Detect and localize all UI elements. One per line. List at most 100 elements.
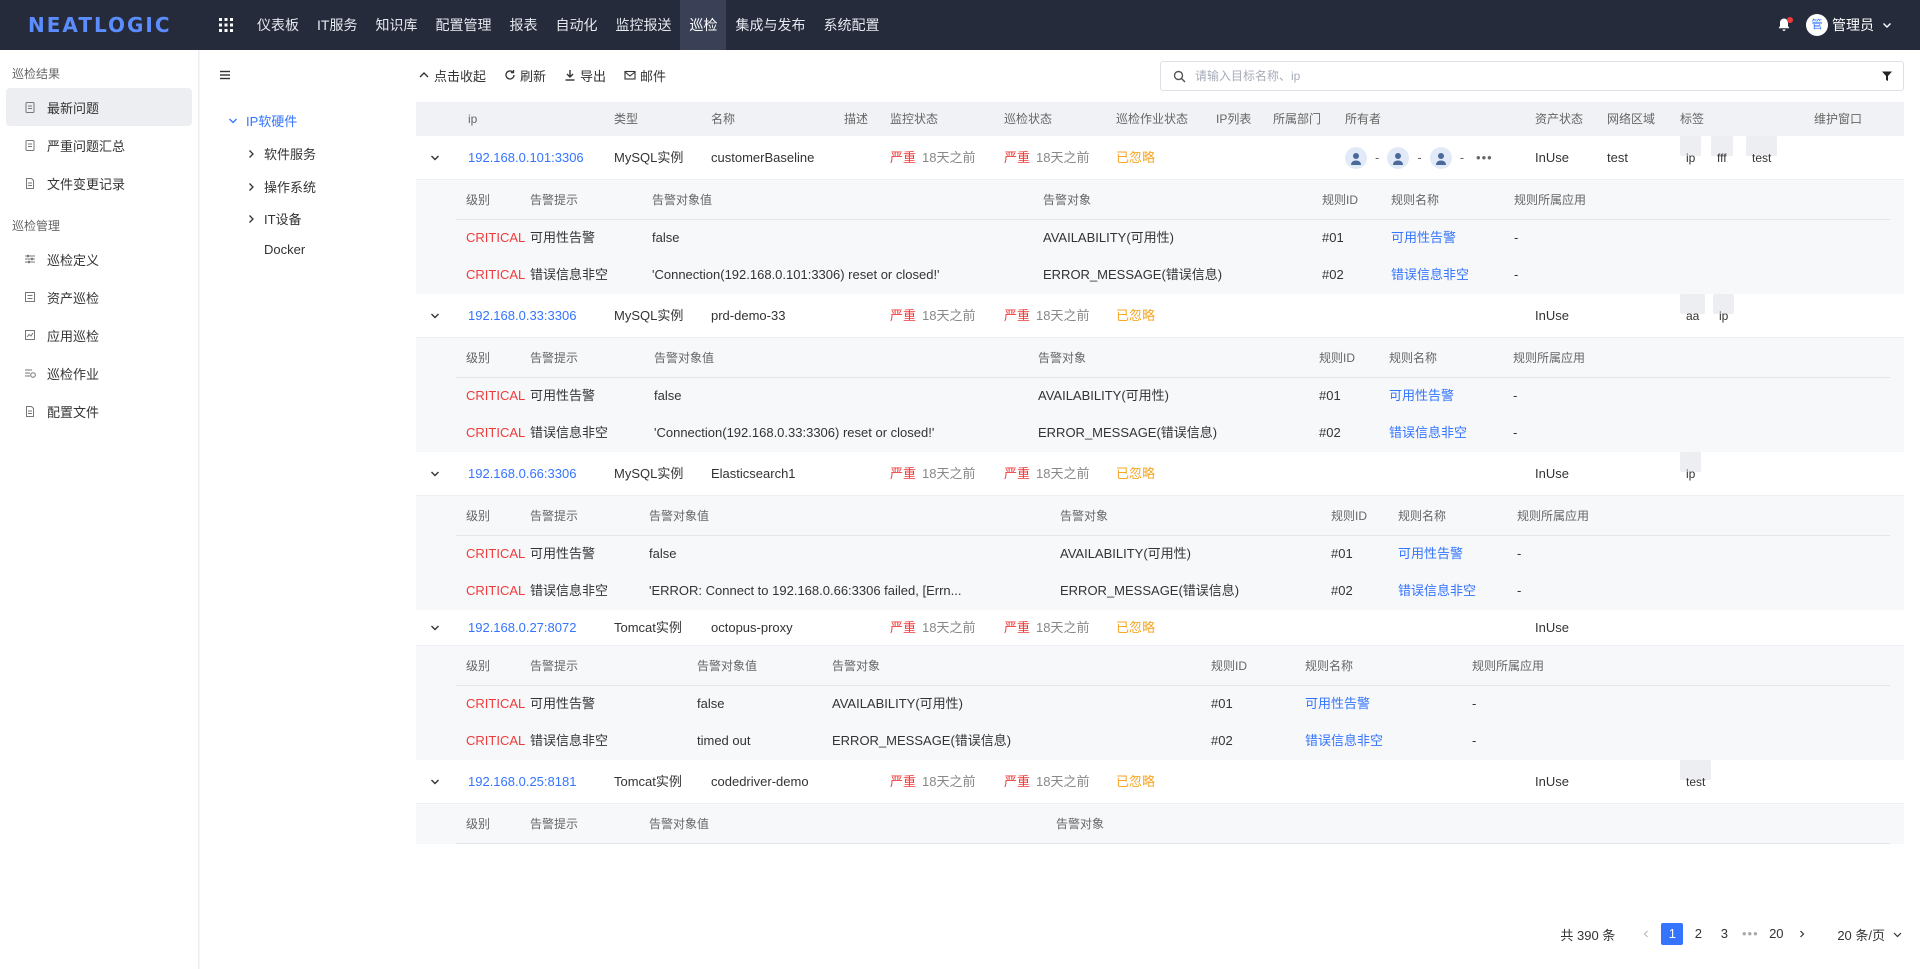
col-type[interactable]: 类型 — [614, 102, 638, 136]
asset-ip-link[interactable]: 192.168.0.66:3306 — [468, 452, 576, 496]
collapse-button[interactable]: 点击收起 — [418, 66, 486, 85]
menu-item-system-config[interactable]: 系统配置 — [814, 0, 888, 50]
search-input[interactable] — [1195, 69, 1881, 83]
sidebar-item-critical-summary[interactable]: 严重问题汇总 — [6, 126, 192, 164]
chevron-down-icon[interactable] — [1882, 20, 1892, 30]
rule-name-link[interactable]: 可用性告警 — [1398, 539, 1463, 569]
menu-item-inspection[interactable]: 巡检 — [680, 0, 727, 50]
sidebar-item-app-inspection[interactable]: 应用巡检 — [6, 316, 192, 354]
rule-name-link[interactable]: 可用性告警 — [1391, 223, 1456, 253]
asset-ip-link[interactable]: 192.168.0.33:3306 — [468, 294, 576, 338]
page-size-select[interactable]: 20 条/页 — [1837, 925, 1902, 944]
time-ago: 18天之前 — [922, 620, 976, 635]
user-avatar-icon[interactable] — [1387, 147, 1410, 169]
chevron-down-icon[interactable] — [228, 116, 238, 126]
tree-node-label: 操作系统 — [264, 180, 317, 195]
prev-page-button[interactable] — [1635, 923, 1657, 945]
col-department[interactable]: 所属部门 — [1273, 102, 1321, 136]
refresh-button[interactable]: 刷新 — [504, 66, 546, 85]
next-page-button[interactable] — [1791, 923, 1813, 945]
col-desc[interactable]: 描述 — [844, 102, 868, 136]
chevron-down-icon[interactable] — [430, 136, 442, 180]
menu-toggle-icon[interactable] — [218, 68, 232, 82]
menu-item-it-service[interactable]: IT服务 — [308, 0, 366, 50]
col-network-zone[interactable]: 网络区域 — [1607, 102, 1655, 136]
mail-button[interactable]: 邮件 — [624, 66, 666, 85]
tree-node-docker[interactable]: Docker — [264, 242, 305, 257]
col-asset-status[interactable]: 资产状态 — [1535, 102, 1583, 136]
col-tags[interactable]: 标签 — [1680, 102, 1704, 136]
user-avatar-icon[interactable] — [1345, 147, 1367, 169]
chevron-down-icon — [1893, 932, 1902, 937]
bell-icon[interactable] — [1776, 17, 1793, 33]
time-ago: 18天之前 — [922, 466, 976, 481]
table-row[interactable]: 192.168.0.25:8181 Tomcat实例 codedriver-de… — [416, 760, 1904, 804]
rule-name-link[interactable]: 可用性告警 — [1305, 689, 1370, 719]
page-button-2[interactable]: 2 — [1687, 923, 1709, 945]
chevron-right-icon[interactable] — [246, 182, 256, 192]
chevron-right-icon[interactable] — [246, 214, 256, 224]
user-avatar[interactable]: 管 — [1806, 14, 1828, 36]
table-row[interactable]: 192.168.0.101:3306 MySQL实例 customerBasel… — [416, 136, 1904, 180]
export-button[interactable]: 导出 — [564, 66, 606, 85]
menu-item-report[interactable]: 报表 — [500, 0, 546, 50]
rule-id: #02 — [1211, 733, 1233, 748]
menu-item-integration[interactable]: 集成与发布 — [726, 0, 814, 50]
chevron-down-icon[interactable] — [430, 760, 442, 804]
page-ellipsis[interactable]: ••• — [1739, 923, 1761, 945]
rule-app: - — [1514, 267, 1519, 282]
menu-item-automation[interactable]: 自动化 — [546, 0, 606, 50]
tag: fff — [1711, 136, 1733, 165]
menu-item-dashboard[interactable]: 仪表板 — [248, 0, 308, 50]
app-grid-icon[interactable] — [210, 0, 242, 50]
col-maintenance-window[interactable]: 维护窗口 — [1814, 102, 1862, 136]
col-monitor-status[interactable]: 监控状态 — [890, 102, 938, 136]
user-name[interactable]: 管理员 — [1832, 15, 1874, 35]
chevron-down-icon[interactable] — [430, 294, 442, 338]
rule-name-link[interactable]: 错误信息非空 — [1391, 260, 1469, 290]
asset-ip-link[interactable]: 192.168.0.101:3306 — [468, 136, 584, 180]
page-button-1[interactable]: 1 — [1661, 923, 1684, 945]
tree-node-it-devices[interactable]: IT设备 — [246, 209, 302, 228]
col-owner[interactable]: 所有者 — [1345, 102, 1381, 136]
sidebar-item-file-changes[interactable]: 文件变更记录 — [6, 164, 192, 202]
rule-name-link[interactable]: 错误信息非空 — [1398, 576, 1476, 606]
brand-logo[interactable]: NEATLOGIC — [0, 13, 170, 37]
sidebar-item-asset-inspection[interactable]: 资产巡检 — [6, 278, 192, 316]
user-avatar-icon[interactable] — [1429, 147, 1452, 169]
filter-icon[interactable] — [1881, 70, 1893, 82]
rule-app: - — [1517, 546, 1522, 561]
chevron-down-icon[interactable] — [430, 610, 442, 646]
chevron-down-icon[interactable] — [430, 452, 442, 496]
main-content: 点击收起 刷新 导出 邮件 ip 类型 名称 描述 监控状态 巡检状态 巡检作业… — [416, 50, 1920, 969]
table-row[interactable]: 192.168.0.33:3306 MySQL实例 prd-demo-33 严重… — [416, 294, 1904, 338]
menu-item-knowledge[interactable]: 知识库 — [366, 0, 426, 50]
asset-status: InUse — [1535, 466, 1569, 481]
asset-ip-link[interactable]: 192.168.0.25:8181 — [468, 760, 576, 804]
table-row[interactable]: 192.168.0.66:3306 MySQL实例 Elasticsearch1… — [416, 452, 1904, 496]
chevron-right-icon[interactable] — [246, 149, 256, 159]
col-ip-list[interactable]: IP列表 — [1216, 102, 1251, 136]
table-row[interactable]: 192.168.0.27:8072 Tomcat实例 octopus-proxy… — [416, 610, 1904, 646]
tree-node-os[interactable]: 操作系统 — [246, 177, 316, 196]
asset-ip-link[interactable]: 192.168.0.27:8072 — [468, 610, 576, 646]
page-button-3[interactable]: 3 — [1713, 923, 1735, 945]
more-icon[interactable]: ••• — [1476, 136, 1493, 180]
col-ip[interactable]: ip — [468, 102, 477, 136]
col-job-status[interactable]: 巡检作业状态 — [1116, 102, 1188, 136]
menu-item-cmdb[interactable]: 配置管理 — [426, 0, 500, 50]
tree-node-software-services[interactable]: 软件服务 — [246, 144, 316, 163]
rule-name-link[interactable]: 错误信息非空 — [1389, 418, 1467, 448]
sidebar-item-config-files[interactable]: 配置文件 — [6, 392, 192, 430]
sidebar-item-latest-issues[interactable]: 最新问题 — [6, 88, 192, 126]
rule-name-link[interactable]: 错误信息非空 — [1305, 726, 1383, 756]
col-name[interactable]: 名称 — [711, 102, 735, 136]
sidebar-item-inspection-definition[interactable]: 巡检定义 — [6, 240, 192, 278]
tree-node-ip-hardware-software[interactable]: IP软硬件 — [228, 111, 297, 130]
rule-name-link[interactable]: 可用性告警 — [1389, 381, 1454, 411]
page-button-20[interactable]: 20 — [1765, 923, 1787, 945]
col-inspect-status[interactable]: 巡检状态 — [1004, 102, 1052, 136]
collapse-label: 点击收起 — [434, 68, 487, 84]
menu-item-monitor-report[interactable]: 监控报送 — [606, 0, 680, 50]
sidebar-item-inspection-jobs[interactable]: 巡检作业 — [6, 354, 192, 392]
